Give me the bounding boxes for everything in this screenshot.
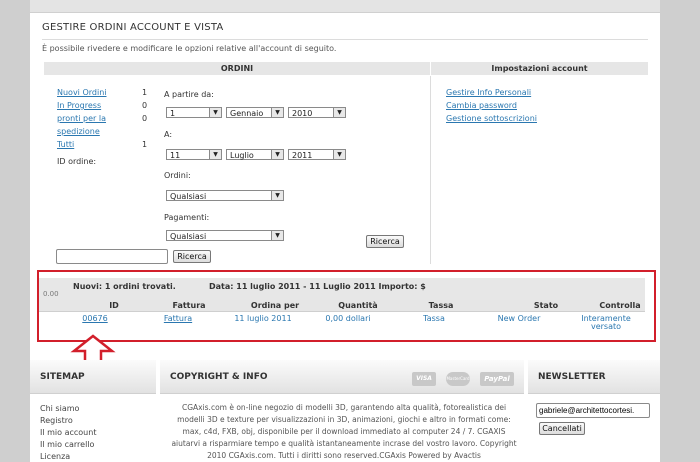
order-link-in-progress[interactable]: In Progress: [57, 101, 101, 110]
settings-section-header: Impostazioni account: [431, 62, 648, 75]
settings-link-subscriptions[interactable]: Gestione sottoscrizioni: [446, 114, 537, 123]
from-year-value: 2010: [292, 109, 313, 118]
payments-filter-select[interactable]: Qualsiasi ▼: [166, 230, 284, 241]
sitemap-link-register[interactable]: Registro: [40, 416, 73, 425]
order-link-ready-to-ship[interactable]: pronti per la: [57, 114, 106, 123]
order-id-search-button[interactable]: Ricerca: [173, 250, 211, 263]
sitemap-heading: SITEMAP: [30, 360, 156, 394]
settings-link-personal-info[interactable]: Gestire Info Personali: [446, 88, 531, 97]
order-count-in-progress: 0: [142, 101, 148, 110]
sitemap-link-cart[interactable]: Il mio carrello: [40, 440, 94, 449]
from-day-select[interactable]: 1 ▼: [166, 107, 222, 118]
to-month-value: Luglio: [230, 151, 254, 160]
page-title: GESTIRE ORDINI ACCOUNT E VISTA: [42, 22, 224, 33]
settings-heading: Impostazioni account: [491, 64, 588, 73]
chevron-down-icon: ▼: [271, 108, 283, 117]
order-link-ready-to-ship-line2[interactable]: spedizione: [57, 127, 100, 136]
unsubscribe-button[interactable]: Cancellati: [539, 422, 585, 435]
order-link-all[interactable]: Tutti: [57, 140, 74, 149]
orders-section-header: ORDINI: [44, 62, 430, 75]
visa-icon: VISA: [412, 372, 436, 386]
footer-newsletter: NEWSLETTER Cancellati: [528, 360, 660, 462]
chevron-down-icon: ▼: [271, 191, 283, 200]
to-day-value: 11: [170, 151, 181, 160]
copyright-text: CGAxis.com è on-line negozio di modelli …: [170, 402, 518, 462]
sitemap-link-account[interactable]: Il mio account: [40, 428, 96, 437]
to-day-select[interactable]: 11 ▼: [166, 149, 222, 160]
to-date-label: A:: [164, 130, 173, 139]
panel-divider: [430, 76, 431, 264]
footer-sitemap: SITEMAP Chi siamo Registro Il mio accoun…: [30, 360, 156, 462]
to-year-select[interactable]: 2011 ▼: [288, 149, 346, 160]
from-day-value: 1: [170, 109, 176, 118]
order-count-ready-to-ship: 0: [142, 114, 148, 123]
from-month-value: Gennaio: [230, 109, 264, 118]
order-id-input[interactable]: [56, 249, 168, 264]
to-year-value: 2011: [292, 151, 313, 160]
chevron-down-icon: ▼: [333, 150, 345, 159]
from-year-select[interactable]: 2010 ▼: [288, 107, 346, 118]
chevron-down-icon: ▼: [209, 150, 221, 159]
page-subtitle: È possibile rivedere e modificare le opz…: [42, 44, 337, 53]
orders-heading: ORDINI: [220, 64, 254, 73]
chevron-down-icon: ▼: [209, 108, 221, 117]
order-id-label: ID ordine:: [57, 157, 97, 166]
from-date-label: A partire da:: [164, 90, 214, 99]
sitemap-link-license[interactable]: Licenza: [40, 452, 70, 461]
sitemap-link-about[interactable]: Chi siamo: [40, 404, 79, 413]
order-link-new[interactable]: Nuovi Ordini: [57, 88, 107, 97]
payments-filter-value: Qualsiasi: [170, 232, 207, 241]
chevron-down-icon: ▼: [271, 231, 283, 240]
highlight-box: [37, 270, 656, 342]
title-divider: [42, 39, 648, 40]
from-month-select[interactable]: Gennaio ▼: [226, 107, 284, 118]
orders-filter-select[interactable]: Qualsiasi ▼: [166, 190, 284, 201]
order-count-all: 1: [142, 140, 148, 149]
orders-filter-label: Ordini:: [164, 171, 191, 180]
orders-filter-value: Qualsiasi: [170, 192, 207, 201]
payments-filter-label: Pagamenti:: [164, 213, 210, 222]
newsletter-heading: NEWSLETTER: [528, 360, 660, 394]
newsletter-email-input[interactable]: [536, 403, 650, 418]
mastercard-icon: MasterCard: [446, 372, 470, 386]
order-count-new: 1: [142, 88, 148, 97]
top-bar: [30, 0, 660, 13]
settings-link-change-password[interactable]: Cambia password: [446, 101, 517, 110]
filter-search-button[interactable]: Ricerca: [366, 235, 404, 248]
footer-copyright: COPYRIGHT & INFO VISA MasterCard PayPal …: [160, 360, 524, 462]
chevron-down-icon: ▼: [271, 150, 283, 159]
copyright-description: CGAxis.com è on-line negozio di modelli …: [171, 403, 511, 448]
chevron-down-icon: ▼: [333, 108, 345, 117]
to-month-select[interactable]: Luglio ▼: [226, 149, 284, 160]
paypal-icon: PayPal: [480, 372, 514, 386]
copyright-heading-text: COPYRIGHT & INFO: [170, 372, 268, 382]
